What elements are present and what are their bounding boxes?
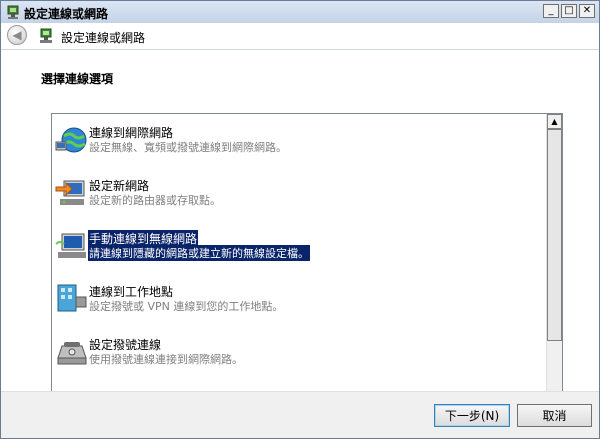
option-connect-internet[interactable]: 連線到網際網路 設定無線、寬頻或撥號連線到網際網路。 bbox=[54, 122, 544, 174]
caption-buttons: _ □ ✕ bbox=[543, 4, 595, 18]
option-description: 設定無線、寬頻或撥號連線到網際網路。 bbox=[89, 141, 287, 154]
option-connect-workplace[interactable]: 連線到工作地點 設定撥號或 VPN 連線到您的工作地點。 bbox=[54, 281, 544, 333]
new-network-icon bbox=[55, 180, 85, 205]
close-button[interactable]: ✕ bbox=[579, 4, 595, 18]
option-description: 設定新的路由器或存取點。 bbox=[89, 194, 221, 207]
wireless-network-icon bbox=[55, 233, 86, 258]
options-container: 連線到網際網路 設定無線、寬頻或撥號連線到網際網路。 設定新網路 設定新的路由器… bbox=[52, 114, 547, 417]
window-title: 設定連線或網路 bbox=[24, 7, 109, 21]
network-setup-icon bbox=[40, 28, 52, 43]
option-setup-dialup[interactable]: 設定撥號連線 使用撥號連線連接到網際網路。 bbox=[54, 334, 544, 386]
workplace-icon bbox=[57, 284, 87, 312]
globe-network-icon bbox=[55, 127, 87, 153]
page-heading: 選擇連線選項 bbox=[41, 72, 114, 86]
navigation-bar: ◀ 設定連線或網路 bbox=[1, 23, 599, 50]
option-description: 請連線到隱藏的網路或建立新的無線設定檔。 bbox=[88, 245, 310, 261]
button-bar: 下一步(N) 取消 bbox=[1, 391, 599, 438]
back-button[interactable]: ◀ bbox=[7, 25, 27, 45]
main-content: 選擇連線選項 連線到網際網路 設定無線、寬頻或撥號連線到網際網路。 設定新網路 … bbox=[1, 50, 599, 418]
vertical-scrollbar[interactable]: ▲ ▼ bbox=[546, 114, 562, 417]
option-manual-wireless[interactable]: 手動連線到無線網路 請連線到隱藏的網路或建立新的無線設定檔。 bbox=[54, 228, 544, 280]
title-bar[interactable]: 設定連線或網路 _ □ ✕ bbox=[1, 1, 599, 24]
window: 設定連線或網路 _ □ ✕ ◀ 設定連線或網路 選擇連線選項 連線到網際網路 設… bbox=[0, 0, 600, 439]
scroll-up-button[interactable]: ▲ bbox=[547, 114, 562, 129]
scroll-thumb[interactable] bbox=[547, 129, 562, 341]
option-setup-network[interactable]: 設定新網路 設定新的路由器或存取點。 bbox=[54, 175, 544, 227]
next-button[interactable]: 下一步(N) bbox=[434, 404, 510, 427]
dialup-modem-icon bbox=[57, 342, 87, 365]
minimize-button[interactable]: _ bbox=[543, 4, 559, 18]
cancel-button[interactable]: 取消 bbox=[517, 404, 592, 427]
connection-options-list[interactable]: 連線到網際網路 設定無線、寬頻或撥號連線到網際網路。 設定新網路 設定新的路由器… bbox=[51, 113, 563, 418]
network-setup-icon bbox=[7, 5, 19, 19]
option-description: 設定撥號或 VPN 連線到您的工作地點。 bbox=[89, 300, 284, 313]
option-description: 使用撥號連線連接到網際網路。 bbox=[89, 353, 243, 366]
maximize-button[interactable]: □ bbox=[561, 4, 577, 18]
nav-title: 設定連線或網路 bbox=[61, 31, 146, 45]
